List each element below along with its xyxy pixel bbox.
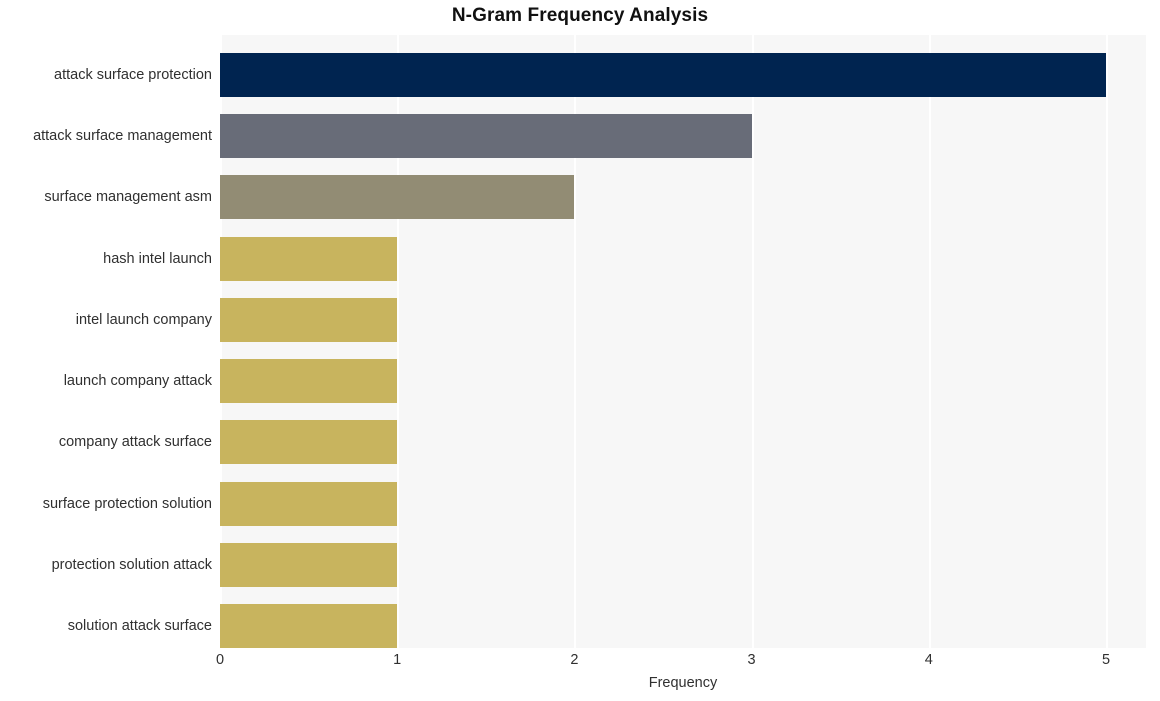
bar-row[interactable] (220, 604, 1146, 649)
bar-row[interactable] (220, 543, 1146, 588)
y-axis-label: attack surface management (33, 127, 212, 144)
bar[interactable] (220, 420, 398, 465)
y-axis-label: surface protection solution (42, 495, 212, 512)
y-axis-label: protection solution attack (51, 557, 212, 574)
bar[interactable] (220, 359, 398, 404)
bar-row[interactable] (220, 481, 1146, 526)
bar[interactable] (220, 113, 752, 158)
bar[interactable] (220, 52, 1106, 97)
y-axis-tick-labels: attack surface protection attack surface … (0, 35, 212, 648)
x-axis-tick: 0 (215, 652, 225, 668)
bar-row[interactable] (220, 359, 1146, 404)
y-axis-label: attack surface protection (54, 66, 212, 83)
bar[interactable] (220, 297, 398, 342)
bar-row[interactable] (220, 297, 1146, 342)
x-axis-tick: 2 (570, 652, 579, 668)
y-axis-label: surface management asm (44, 189, 212, 206)
y-axis-label: launch company attack (63, 373, 212, 390)
x-axis-tick: 5 (1101, 652, 1111, 668)
bar-row[interactable] (220, 113, 1146, 158)
bar-row[interactable] (220, 52, 1146, 97)
bar[interactable] (220, 604, 398, 649)
bar[interactable] (220, 175, 575, 220)
bar[interactable] (220, 543, 398, 588)
x-axis-title: Frequency (648, 675, 718, 691)
ngram-frequency-chart: N-Gram Frequency Analysis attack surface… (0, 0, 1160, 701)
x-axis-tick: 1 (393, 652, 402, 668)
y-axis-label: company attack surface (58, 434, 212, 451)
x-axis-tick-labels: 0 1 2 3 4 5 (0, 652, 1160, 674)
bar[interactable] (220, 481, 398, 526)
bar-row[interactable] (220, 175, 1146, 220)
x-axis-tick: 4 (924, 652, 933, 668)
y-axis-label: solution attack surface (67, 618, 212, 635)
chart-title: N-Gram Frequency Analysis (451, 5, 709, 26)
bar-row[interactable] (220, 420, 1146, 465)
plot-area (220, 35, 1146, 649)
bar-row[interactable] (220, 236, 1146, 281)
y-axis-label: intel launch company (75, 311, 212, 328)
bar[interactable] (220, 236, 398, 281)
x-axis-tick: 3 (747, 652, 756, 668)
y-axis-label: hash intel launch (103, 250, 212, 267)
